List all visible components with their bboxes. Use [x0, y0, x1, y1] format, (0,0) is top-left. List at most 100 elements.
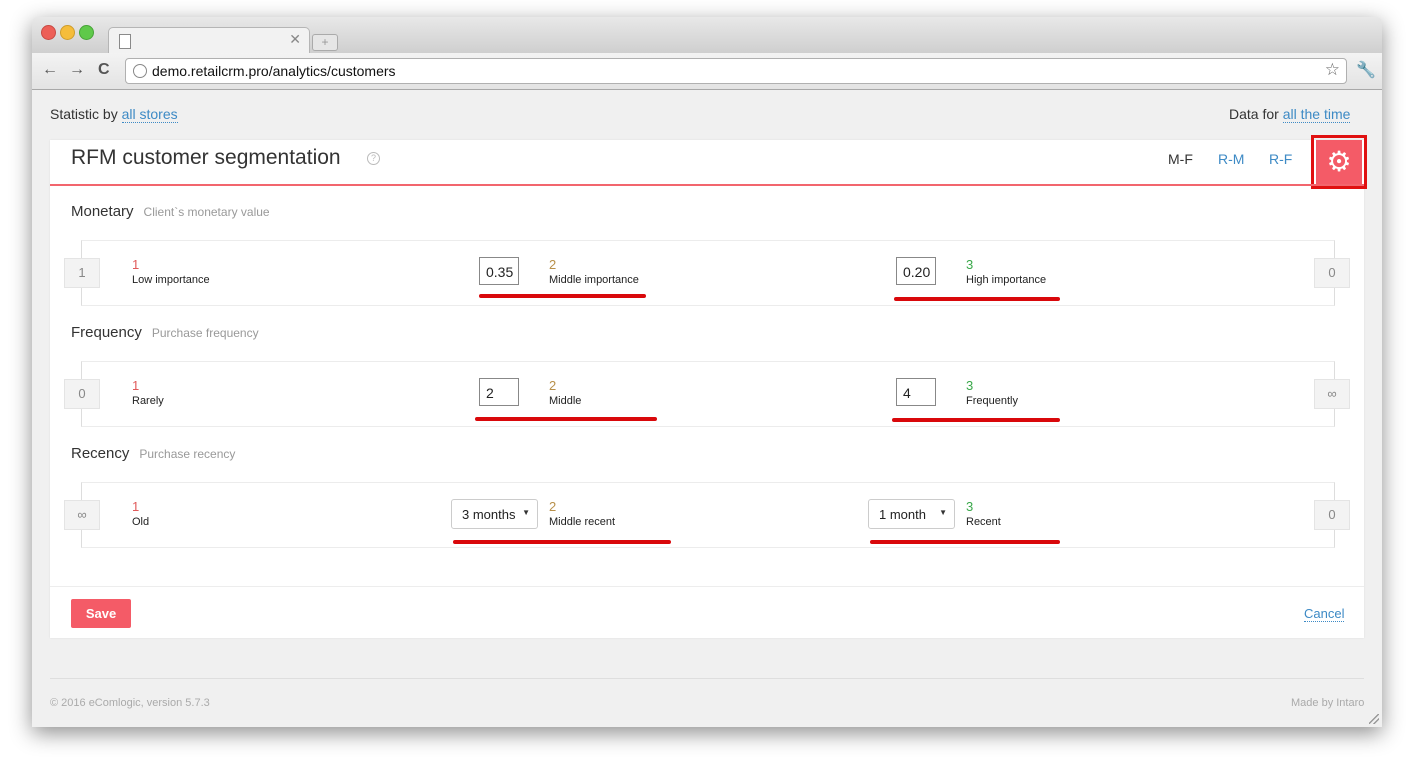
segment-label: Middle recent [549, 516, 616, 528]
segment-number: 3 [966, 378, 974, 393]
red-underline [475, 417, 657, 421]
caret-down-icon: ▼ [522, 508, 530, 517]
red-underline [453, 540, 671, 544]
recency-threshold-1-select[interactable]: 3 months ▼ [451, 499, 538, 529]
page-content: Statistic by all stores Data for all the… [32, 90, 1382, 727]
segment-number: 3 [966, 499, 974, 514]
all-the-time-link[interactable]: all the time [1282, 106, 1351, 123]
view-link-m-f[interactable]: M-F [1168, 151, 1193, 167]
view-link-r-m[interactable]: R-M [1218, 151, 1244, 167]
select-value: 1 month [879, 507, 926, 522]
resize-grip[interactable] [1369, 714, 1379, 724]
segment-number: 2 [549, 378, 557, 393]
frequency-segment-2: 2 Middle [549, 379, 581, 408]
red-underline [892, 418, 1060, 422]
back-arrow-icon[interactable]: ← [42, 61, 58, 79]
title-divider [50, 184, 1364, 186]
segment-label: Middle [549, 395, 582, 407]
red-underline [894, 297, 1060, 301]
forward-arrow-icon[interactable]: → [69, 61, 85, 79]
segment-label: Middle importance [549, 274, 639, 286]
frequency-title: Frequency [71, 324, 142, 341]
monetary-title: Monetary [71, 203, 134, 220]
segment-label: Rarely [132, 395, 164, 407]
gear-icon[interactable]: ⚙ [1316, 140, 1362, 184]
frequency-right-end: ∞ [1314, 379, 1350, 409]
recency-right-end: 0 [1314, 500, 1350, 530]
red-underline [479, 294, 646, 298]
view-link-r-f[interactable]: R-F [1269, 151, 1292, 167]
frequency-section-title: Frequency Purchase frequency [71, 324, 259, 341]
frequency-left-end: 0 [64, 379, 100, 409]
frequency-segment-3: 3 Frequently [966, 379, 1018, 408]
new-tab-button[interactable]: + [312, 34, 338, 51]
frequency-subtitle: Purchase frequency [151, 326, 259, 340]
help-icon[interactable]: ? [367, 152, 380, 165]
browser-tab[interactable]: ✕ [108, 27, 310, 54]
cancel-link[interactable]: Cancel [1304, 607, 1345, 622]
statistic-prefix: Statistic by [50, 106, 118, 122]
rfm-card: RFM customer segmentation ? M-F R-M R-F … [50, 135, 1367, 638]
statistic-by: Statistic by all stores [50, 106, 178, 123]
segment-number: 3 [966, 257, 974, 272]
segment-label: Old [132, 516, 150, 528]
page-title: RFM customer segmentation [71, 146, 341, 169]
browser-toolbar: ← → C demo.retailcrm.pro/analytics/custo… [32, 53, 1382, 90]
frequency-scale [81, 361, 1335, 427]
monetary-subtitle: Client`s monetary value [143, 205, 270, 219]
made-by-text: Made by Intaro [1291, 697, 1365, 709]
address-bar[interactable]: demo.retailcrm.pro/analytics/customers ☆ [125, 58, 1347, 84]
form-divider [50, 586, 1364, 587]
minimize-window-button[interactable] [60, 25, 75, 40]
segment-label: Frequently [966, 395, 1018, 407]
settings-highlight: ⚙ [1311, 135, 1367, 189]
close-window-button[interactable] [41, 25, 56, 40]
segment-label: High importance [966, 274, 1047, 286]
footer-divider [50, 678, 1364, 679]
segment-label: Recent [966, 516, 1001, 528]
monetary-section-title: Monetary Client`s monetary value [71, 203, 270, 220]
copyright-text: © 2016 eComlogic, version 5.7.3 [50, 697, 210, 709]
save-button[interactable]: Save [71, 599, 131, 628]
data-for-prefix: Data for [1229, 106, 1279, 122]
wrench-icon[interactable]: 🔧 [1356, 60, 1376, 80]
recency-scale [81, 482, 1335, 548]
segment-number: 1 [132, 257, 140, 272]
bookmark-star-icon[interactable]: ☆ [1325, 60, 1340, 80]
all-stores-link[interactable]: all stores [121, 106, 178, 123]
tab-strip: ✕ + [32, 17, 1382, 54]
url-text: demo.retailcrm.pro/analytics/customers [152, 63, 396, 79]
segment-number: 2 [549, 257, 557, 272]
caret-down-icon: ▼ [939, 508, 947, 517]
recency-section-title: Recency Purchase recency [71, 445, 235, 462]
monetary-threshold-1-input[interactable]: 0.35 [479, 257, 519, 285]
recency-segment-2: 2 Middle recent [549, 500, 615, 529]
tab-close-icon[interactable]: ✕ [289, 31, 301, 48]
segment-number: 1 [132, 499, 140, 514]
reload-icon[interactable]: C [98, 61, 110, 79]
segment-number: 2 [549, 499, 557, 514]
recency-segment-1: 1 Old [132, 500, 149, 529]
monetary-segment-1: 1 Low importance [132, 258, 210, 287]
recency-segment-3: 3 Recent [966, 500, 1001, 529]
monetary-segment-2: 2 Middle importance [549, 258, 639, 287]
data-for: Data for all the time [1229, 106, 1351, 123]
zoom-window-button[interactable] [79, 25, 94, 40]
select-value: 3 months [462, 507, 516, 522]
recency-left-end: ∞ [64, 500, 100, 530]
monetary-threshold-2-input[interactable]: 0.20 [896, 257, 936, 285]
recency-subtitle: Purchase recency [139, 447, 236, 461]
monetary-scale [81, 240, 1335, 306]
frequency-threshold-1-input[interactable]: 2 [479, 378, 519, 406]
red-underline [870, 540, 1060, 544]
segment-label: Low importance [132, 274, 210, 286]
segment-number: 1 [132, 378, 140, 393]
browser-window: ✕ + ← → C demo.retailcrm.pro/analytics/c… [32, 17, 1382, 727]
monetary-left-end: 1 [64, 258, 100, 288]
recency-title: Recency [71, 445, 130, 462]
frequency-segment-1: 1 Rarely [132, 379, 164, 408]
recency-threshold-2-select[interactable]: 1 month ▼ [868, 499, 955, 529]
monetary-segment-3: 3 High importance [966, 258, 1046, 287]
globe-icon [133, 64, 147, 78]
frequency-threshold-2-input[interactable]: 4 [896, 378, 936, 406]
